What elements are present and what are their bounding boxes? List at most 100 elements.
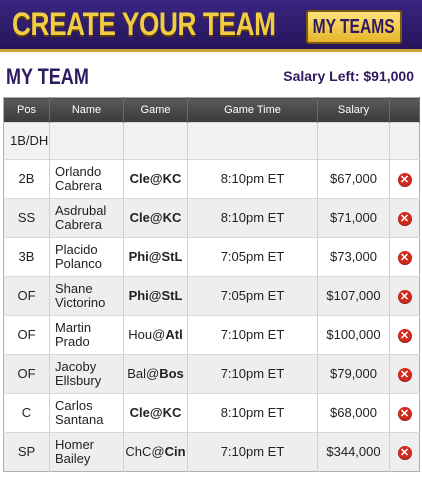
empty-roster-slot[interactable]: 1B/DH [3, 122, 420, 160]
game-separator: @ [148, 288, 162, 303]
col-header-pos: Pos [3, 97, 50, 123]
game-separator: @ [149, 210, 163, 225]
player-game-time: 7:10pm ET [187, 432, 318, 472]
away-team: Phi [128, 249, 149, 264]
player-game-time: 7:05pm ET [187, 237, 318, 277]
player-last-name: Santana [55, 412, 104, 427]
player-salary: $71,000 [317, 198, 390, 238]
player-game: Phi@StL [123, 237, 188, 277]
table-header-row: Pos Name Game Game Time Salary [3, 97, 420, 123]
slot-salary [317, 122, 390, 160]
game-separator: @ [149, 405, 163, 420]
player-game: Hou@Atl [123, 315, 188, 355]
player-position: C [3, 393, 50, 433]
player-salary: $107,000 [317, 276, 390, 316]
player-name: Homer Bailey [49, 432, 124, 472]
remove-icon[interactable]: ✕ [397, 211, 412, 226]
remove-player-cell: ✕ [389, 237, 420, 277]
table-row: 3B Placido Polanco Phi@StL 7:05pm ET $73,000 ✕ [3, 237, 420, 277]
home-team: KC [162, 171, 182, 186]
player-game-time: 7:05pm ET [187, 276, 318, 316]
slot-name [49, 122, 124, 160]
player-first-name: Orlando [55, 164, 102, 179]
remove-icon[interactable]: ✕ [397, 250, 412, 265]
player-position: 2B [3, 159, 50, 199]
player-game: Cle@KC [123, 393, 188, 433]
my-teams-button[interactable]: MY TEAMS [306, 10, 402, 44]
page-title: CREATE YOUR TEAM [12, 6, 276, 42]
player-game-time: 7:10pm ET [187, 354, 318, 394]
remove-icon[interactable]: ✕ [397, 328, 412, 343]
slot-game-time [187, 122, 318, 160]
player-game-time: 7:10pm ET [187, 315, 318, 355]
player-last-name: Victorino [55, 295, 106, 310]
player-last-name: Ellsbury [55, 373, 102, 388]
away-team: Hou [128, 327, 153, 342]
home-team: Bos [159, 366, 184, 381]
slot-remove [389, 122, 420, 160]
col-header-game-time: Game Time [187, 97, 318, 123]
player-name: Asdrubal Cabrera [49, 198, 124, 238]
home-team: Cin [164, 444, 186, 459]
player-salary: $344,000 [317, 432, 390, 472]
player-position: SS [3, 198, 50, 238]
player-first-name: Shane [55, 281, 93, 296]
remove-player-cell: ✕ [389, 393, 420, 433]
remove-player-cell: ✕ [389, 159, 420, 199]
player-first-name: Homer [55, 437, 95, 452]
player-salary: $73,000 [317, 237, 390, 277]
player-name: Carlos Santana [49, 393, 124, 433]
table-row: OF Martin Prado Hou@Atl 7:10pm ET $100,000 ✕ [3, 315, 420, 355]
player-game: Bal@Bos [123, 354, 188, 394]
player-first-name: Asdrubal [55, 203, 107, 218]
player-game: Cle@KC [123, 198, 188, 238]
roster-table: Pos Name Game Game Time Salary 1B/DH 2B O… [3, 97, 420, 472]
player-position: SP [3, 432, 50, 472]
table-row: 2B Orlando Cabrera Cle@KC 8:10pm ET $67,000 ✕ [3, 159, 420, 199]
slot-position: 1B/DH [3, 122, 50, 160]
player-position: OF [3, 276, 50, 316]
remove-icon[interactable]: ✕ [397, 172, 412, 187]
remove-player-cell: ✕ [389, 432, 420, 472]
player-first-name: Carlos [55, 398, 93, 413]
game-separator: @ [152, 327, 166, 342]
away-team: Cle [129, 405, 150, 420]
game-separator: @ [146, 366, 160, 381]
remove-player-cell: ✕ [389, 276, 420, 316]
col-header-name: Name [49, 97, 124, 123]
salary-left: Salary Left: $91,000 [283, 68, 414, 84]
home-team: StL [161, 249, 183, 264]
player-game: Phi@StL [123, 276, 188, 316]
player-name: Martin Prado [49, 315, 124, 355]
player-name: Placido Polanco [49, 237, 124, 277]
player-game-time: 8:10pm ET [187, 393, 318, 433]
away-team: Cle [129, 171, 150, 186]
game-separator: @ [149, 171, 163, 186]
remove-icon[interactable]: ✕ [397, 445, 412, 460]
my-team-heading: MY TEAM [6, 64, 89, 89]
game-separator: @ [151, 444, 165, 459]
remove-icon[interactable]: ✕ [397, 289, 412, 304]
col-header-remove [389, 97, 420, 123]
remove-icon[interactable]: ✕ [397, 406, 412, 421]
table-row: SS Asdrubal Cabrera Cle@KC 8:10pm ET $71,000 ✕ [3, 198, 420, 238]
player-last-name: Cabrera [55, 217, 102, 232]
header-banner: CREATE YOUR TEAM MY TEAMS [0, 0, 422, 52]
away-team: ChC [125, 444, 152, 459]
remove-player-cell: ✕ [389, 315, 420, 355]
player-salary: $100,000 [317, 315, 390, 355]
player-position: OF [3, 354, 50, 394]
player-game-time: 8:10pm ET [187, 159, 318, 199]
player-position: OF [3, 315, 50, 355]
player-first-name: Jacoby [55, 359, 97, 374]
player-last-name: Polanco [55, 256, 102, 271]
table-row: OF Jacoby Ellsbury Bal@Bos 7:10pm ET $79,000 ✕ [3, 354, 420, 394]
player-game: ChC@Cin [123, 432, 188, 472]
remove-icon[interactable]: ✕ [397, 367, 412, 382]
remove-player-cell: ✕ [389, 198, 420, 238]
away-team: Phi [128, 288, 149, 303]
away-team: Cle [129, 210, 150, 225]
my-teams-label: MY TEAMS [312, 15, 396, 38]
table-row: C Carlos Santana Cle@KC 8:10pm ET $68,000 ✕ [3, 393, 420, 433]
player-game: Cle@KC [123, 159, 188, 199]
